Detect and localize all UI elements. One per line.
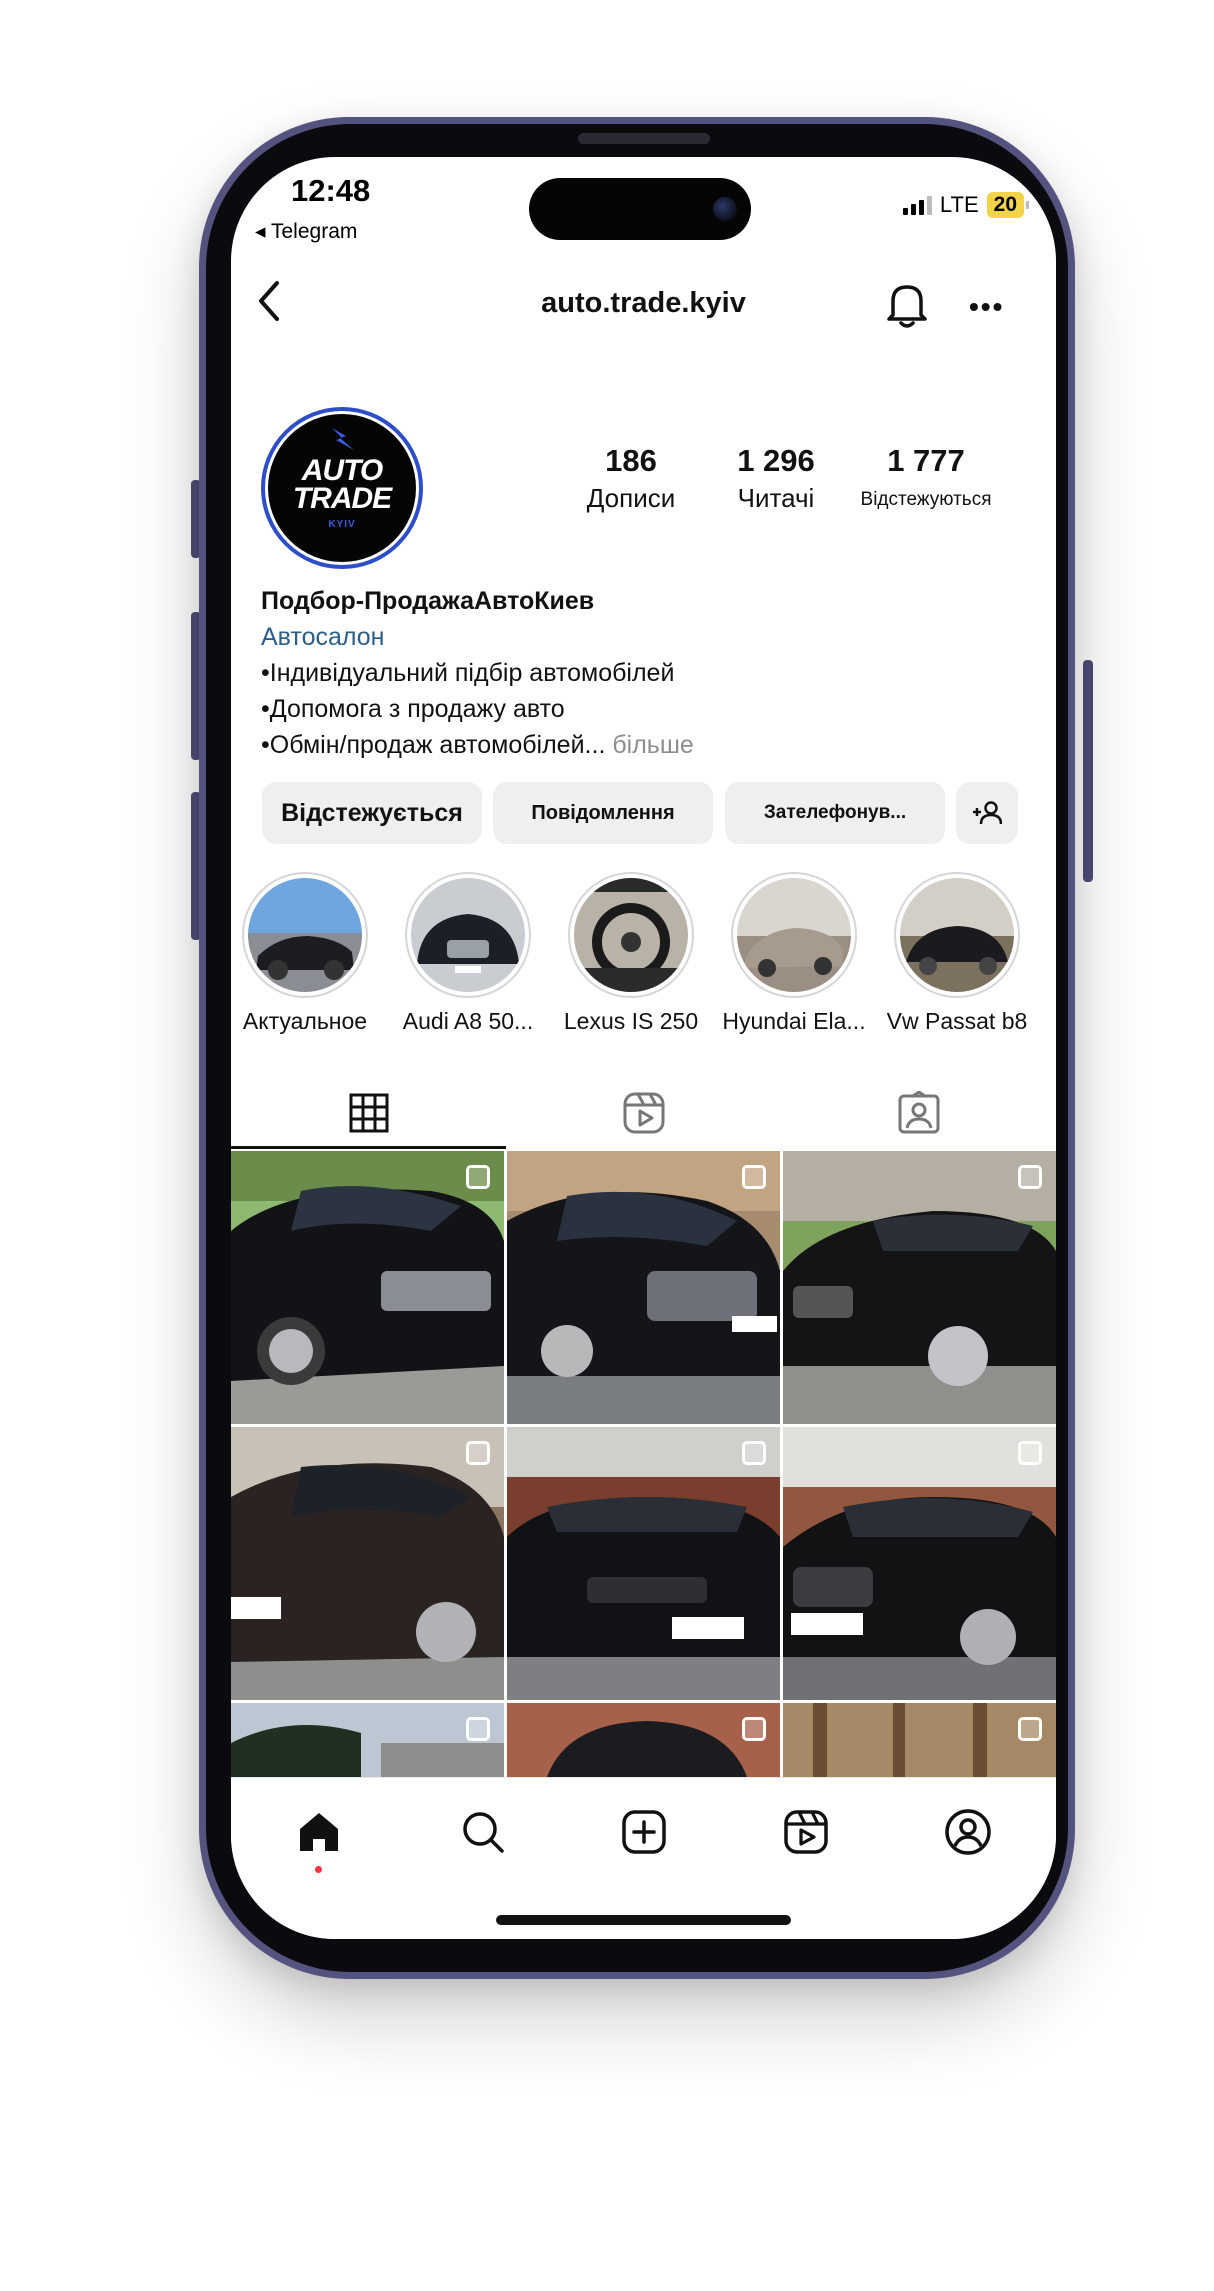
- create-icon[interactable]: [614, 1802, 674, 1862]
- profile-category[interactable]: Автосалон: [261, 619, 1031, 655]
- active-tab-indicator: [231, 1146, 506, 1149]
- highlight-thumbnail: [737, 878, 851, 992]
- bio-line: •Індивідуальний підбір автомобілей: [261, 659, 675, 687]
- status-indicators: LTE 20: [902, 192, 1030, 218]
- highlight-item[interactable]: Audi A8 50...: [394, 872, 542, 1035]
- stat-label: Читачі: [737, 483, 815, 513]
- post-thumbnail[interactable]: [507, 1703, 780, 1777]
- avatar-text-line3: KYIV: [328, 518, 356, 530]
- highlight-thumbnail: [900, 878, 1014, 992]
- tab-tagged[interactable]: [781, 1077, 1056, 1149]
- multiple-photos-icon: [1018, 1441, 1042, 1465]
- avatar-text-line1: AUTO: [301, 453, 383, 487]
- stat-value: 1 296: [737, 443, 815, 478]
- highlight-thumbnail: [248, 878, 362, 992]
- add-user-icon: [973, 801, 1002, 825]
- post-thumbnail[interactable]: [507, 1151, 780, 1424]
- tagged-icon: [898, 1091, 939, 1134]
- multiple-photos-icon: [742, 1717, 766, 1741]
- multiple-photos-icon: [742, 1441, 766, 1465]
- followers-count[interactable]: 1 296 Читачі: [711, 443, 841, 514]
- highlight-thumbnail: [574, 878, 688, 992]
- more-horizontal-icon[interactable]: •••: [969, 291, 1004, 323]
- post-thumbnail[interactable]: [783, 1427, 1056, 1700]
- home-indicator[interactable]: [496, 1915, 791, 1925]
- highlight-label: Vw Passat b8: [886, 1008, 1028, 1034]
- add-user-button[interactable]: [956, 782, 1018, 844]
- highlight-item[interactable]: Vw Passat b8: [883, 872, 1031, 1035]
- post-thumbnail[interactable]: [507, 1427, 780, 1700]
- back-to-telegram-link[interactable]: ◂ Telegram: [255, 219, 357, 244]
- multiple-photos-icon: [742, 1165, 766, 1189]
- multiple-photos-icon: [1018, 1165, 1042, 1189]
- multiple-photos-icon: [466, 1165, 490, 1189]
- lightning-icon: [332, 428, 354, 450]
- post-thumbnail[interactable]: [231, 1427, 504, 1700]
- highlight-item[interactable]: Актуальное: [231, 872, 379, 1035]
- signal-icon: [902, 195, 932, 215]
- highlight-label: Hyundai Ela...: [722, 1008, 866, 1034]
- stat-label: Дописи: [586, 483, 676, 513]
- bio-more-link[interactable]: більше: [612, 731, 693, 759]
- network-label: LTE: [939, 192, 979, 217]
- status-time: 12:48: [291, 173, 371, 208]
- tab-posts-grid[interactable]: [231, 1077, 506, 1149]
- bio-line: •Допомога з продажу авто: [261, 695, 565, 723]
- call-button[interactable]: Зателефонув...: [725, 782, 945, 844]
- posts-count[interactable]: 186 Дописи: [561, 443, 701, 514]
- highlight-item[interactable]: Hyundai Ela...: [720, 872, 868, 1035]
- notification-dot: [315, 1866, 322, 1873]
- highlight-label: Lexus IS 250: [563, 1008, 699, 1034]
- multiple-photos-icon: [1018, 1717, 1042, 1741]
- profile-username: auto.trade.kyiv: [541, 287, 746, 319]
- stat-label: Відстежуються: [860, 489, 992, 510]
- profile-tabs: [231, 1077, 1056, 1151]
- phone-screen: 12:48 ◂ Telegram LTE 20 auto.trade.kyiv …: [231, 157, 1056, 1939]
- multiple-photos-icon: [466, 1717, 490, 1741]
- multiple-photos-icon: [466, 1441, 490, 1465]
- avatar-text-line2: TRADE: [292, 481, 392, 515]
- home-icon[interactable]: [289, 1802, 349, 1862]
- power-button: [1083, 660, 1093, 882]
- highlight-label: Audi A8 50...: [402, 1008, 534, 1034]
- battery-indicator: 20: [986, 192, 1030, 218]
- speaker-grille: [578, 133, 710, 144]
- tab-reels[interactable]: [506, 1077, 781, 1149]
- profile-icon[interactable]: [938, 1802, 998, 1862]
- highlight-label: Актуальное: [242, 1008, 368, 1034]
- profile-avatar[interactable]: AUTO TRADE KYIV: [261, 407, 423, 569]
- post-thumbnail[interactable]: [783, 1703, 1056, 1777]
- post-thumbnail[interactable]: [231, 1703, 504, 1777]
- reels-icon: [623, 1092, 664, 1134]
- profile-name: Подбор-ПродажаАвтоКиев: [261, 587, 595, 615]
- highlight-thumbnail: [411, 878, 525, 992]
- bell-icon[interactable]: [885, 279, 929, 334]
- profile-bio: Подбор-ПродажаАвтоКиев Автосалон •Індиві…: [261, 583, 1031, 763]
- message-button[interactable]: Повідомлення: [493, 782, 713, 844]
- following-count[interactable]: 1 777 Відстежуються: [841, 443, 1011, 511]
- following-button[interactable]: Відстежується: [262, 782, 482, 844]
- stat-value: 1 777: [887, 443, 965, 478]
- post-thumbnail[interactable]: [783, 1151, 1056, 1424]
- search-icon[interactable]: [453, 1802, 513, 1862]
- dynamic-island: [529, 178, 751, 240]
- grid-icon: [349, 1093, 388, 1133]
- stat-value: 186: [605, 443, 657, 478]
- profile-header: auto.trade.kyiv •••: [231, 267, 1056, 337]
- bio-line-last: •Обмін/продаж автомобілей... більше: [261, 727, 1031, 763]
- bio-line: •Обмін/продаж автомобілей...: [261, 731, 606, 759]
- reels-icon[interactable]: [776, 1802, 836, 1862]
- post-thumbnail[interactable]: [231, 1151, 504, 1424]
- highlight-item[interactable]: Lexus IS 250: [557, 872, 705, 1035]
